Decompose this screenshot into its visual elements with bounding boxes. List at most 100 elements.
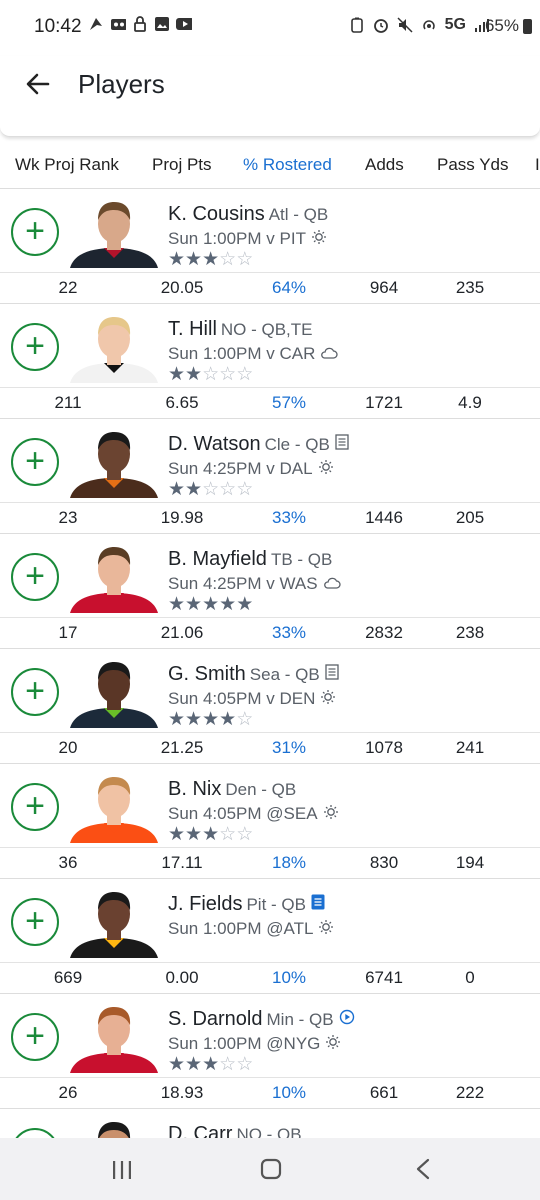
stat-rostered: 10% (271, 968, 307, 987)
stat-wk-proj-rank: 211 (54, 393, 82, 412)
stat-rostered: 64% (271, 278, 307, 297)
add-player-button[interactable]: + (11, 1128, 59, 1138)
player-headshot (66, 1116, 162, 1138)
player-stats-row: 36 17.11 18% 830 194 (0, 847, 540, 879)
star-empty-icon: ☆ (236, 824, 254, 845)
plus-icon: + (25, 786, 45, 825)
player-name[interactable]: T. Hill (168, 318, 217, 340)
game-info: Sun 1:00PM @ATL (168, 919, 334, 940)
player-team-position: Min - QB (266, 1010, 334, 1029)
player-name-line: D. Carr NO - QB (168, 1123, 302, 1138)
star-empty-icon: ☆ (202, 479, 220, 500)
player-stats-row: 211 6.65 57% 1721 4.9 (0, 387, 540, 419)
player-team-position: Pit - QB (246, 895, 306, 914)
news-blue-icon[interactable] (311, 893, 325, 916)
star-filled-icon: ★ (202, 824, 220, 845)
home-icon[interactable] (260, 1158, 282, 1185)
stat-rostered: 57% (271, 393, 307, 412)
add-player-button[interactable]: + (11, 898, 59, 946)
player-team-position: TB - QB (270, 550, 333, 569)
column-header-wk-proj-rank[interactable]: Wk Proj Rank (15, 155, 119, 175)
player-card: + B. Nix Den - QB Sun 4:05PM @SEA ★★★☆☆ 36 17… (0, 763, 540, 879)
star-filled-icon: ★ (219, 709, 237, 730)
add-player-button[interactable]: + (11, 208, 59, 256)
stat-proj-pts: 17.11 (161, 853, 203, 872)
plus-icon: + (25, 671, 45, 710)
status-right-icons: 5G (349, 16, 490, 34)
star-empty-icon: ☆ (219, 364, 237, 385)
player-stats-row: 22 20.05 64% 964 235 (0, 272, 540, 304)
player-name[interactable]: G. Smith (168, 663, 246, 685)
player-info-row[interactable]: + D. Watson Cle - QB Sun 4:25PM v DAL ★★☆☆☆ (0, 418, 540, 503)
game-time-opponent: Sun 1:00PM @NYG (168, 1034, 321, 1053)
player-info-row[interactable]: + B. Nix Den - QB Sun 4:05PM @SEA ★★★☆☆ (0, 763, 540, 848)
player-list: + K. Cousins Atl - QB Sun 1:00PM v PIT ★★★☆… (0, 188, 540, 1138)
news-icon[interactable] (325, 663, 339, 686)
stat-wk-proj-rank: 26 (58, 1083, 78, 1102)
plus-icon: + (25, 441, 45, 480)
player-info-row[interactable]: + G. Smith Sea - QB Sun 4:05PM v DEN ★★★★☆ (0, 648, 540, 733)
column-header-overflow[interactable]: I (535, 155, 540, 175)
page-title: Players (78, 69, 165, 99)
stat-adds: 1446 (365, 508, 403, 527)
game-time-opponent: Sun 1:00PM v PIT (168, 229, 306, 248)
stat-wk-proj-rank: 669 (53, 968, 83, 987)
stat-pass-yds: 235 (455, 278, 485, 297)
player-info-row[interactable]: + S. Darnold Min - QB Sun 1:00PM @NYG ★★★☆☆ (0, 993, 540, 1078)
column-header-rostered[interactable]: % Rostered (243, 155, 332, 175)
column-header-adds[interactable]: Adds (365, 155, 404, 175)
add-player-button[interactable]: + (11, 1013, 59, 1061)
player-name[interactable]: D. Watson (168, 433, 261, 455)
add-player-button[interactable]: + (11, 438, 59, 486)
game-info: Sun 1:00PM v CAR (168, 344, 339, 365)
stat-proj-pts: 21.25 (160, 738, 204, 757)
news-icon[interactable] (335, 433, 349, 456)
player-team-position: Den - QB (225, 780, 297, 799)
player-info-row[interactable]: + K. Cousins Atl - QB Sun 1:00PM v PIT ★★★☆… (0, 188, 540, 273)
add-player-button[interactable]: + (11, 783, 59, 831)
sun-icon (318, 919, 334, 940)
stat-proj-pts: 21.06 (160, 623, 204, 642)
stat-pass-yds: 238 (455, 623, 485, 642)
star-rating: ★★☆☆☆ (168, 363, 253, 386)
add-player-button[interactable]: + (11, 323, 59, 371)
star-empty-icon: ☆ (219, 1054, 237, 1075)
star-rating: ★★★★★ (168, 593, 253, 616)
plus-icon: + (25, 901, 45, 940)
player-info-row[interactable]: + T. Hill NO - QB,TE Sun 1:00PM v CAR ★★☆☆☆ (0, 303, 540, 388)
star-rating: ★★★★☆ (168, 708, 253, 731)
star-filled-icon: ★ (202, 594, 220, 615)
player-info-row[interactable]: + J. Fields Pit - QB Sun 1:00PM @ATL (0, 878, 540, 963)
stat-wk-proj-rank: 23 (58, 508, 78, 527)
player-name-line: B. Nix Den - QB (168, 778, 296, 801)
recents-icon[interactable] (112, 1160, 132, 1185)
stat-rostered: 33% (271, 623, 307, 642)
star-empty-icon: ☆ (202, 364, 220, 385)
player-card: + D. Carr NO - QB (0, 1108, 540, 1138)
player-name[interactable]: J. Fields (168, 893, 242, 915)
player-name[interactable]: K. Cousins (168, 203, 265, 225)
player-info-row[interactable]: + B. Mayfield TB - QB Sun 4:25PM v WAS ★★★★… (0, 533, 540, 618)
stat-adds: 1721 (365, 393, 403, 412)
nav-back-icon[interactable] (415, 1158, 431, 1185)
player-name-line: K. Cousins Atl - QB (168, 203, 328, 226)
sun-icon (323, 804, 339, 825)
column-header-pass-yds[interactable]: Pass Yds (437, 155, 509, 175)
back-arrow-icon[interactable] (24, 70, 52, 98)
add-player-button[interactable]: + (11, 668, 59, 716)
star-filled-icon: ★ (168, 249, 186, 270)
star-rating: ★★☆☆☆ (168, 478, 253, 501)
sun-icon (320, 689, 336, 710)
stat-adds: 661 (369, 1083, 399, 1102)
player-info-row[interactable]: + D. Carr NO - QB (0, 1108, 540, 1138)
sun-icon (325, 1034, 341, 1055)
player-name[interactable]: S. Darnold (168, 1008, 263, 1030)
player-name[interactable]: D. Carr (168, 1123, 232, 1138)
add-player-button[interactable]: + (11, 553, 59, 601)
player-headshot (66, 1001, 162, 1073)
player-card: + J. Fields Pit - QB Sun 1:00PM @ATL 669 0.0… (0, 878, 540, 994)
column-header-proj-pts[interactable]: Proj Pts (152, 155, 212, 175)
play-icon[interactable] (339, 1008, 355, 1031)
player-name[interactable]: B. Nix (168, 778, 221, 800)
player-name[interactable]: B. Mayfield (168, 548, 267, 570)
